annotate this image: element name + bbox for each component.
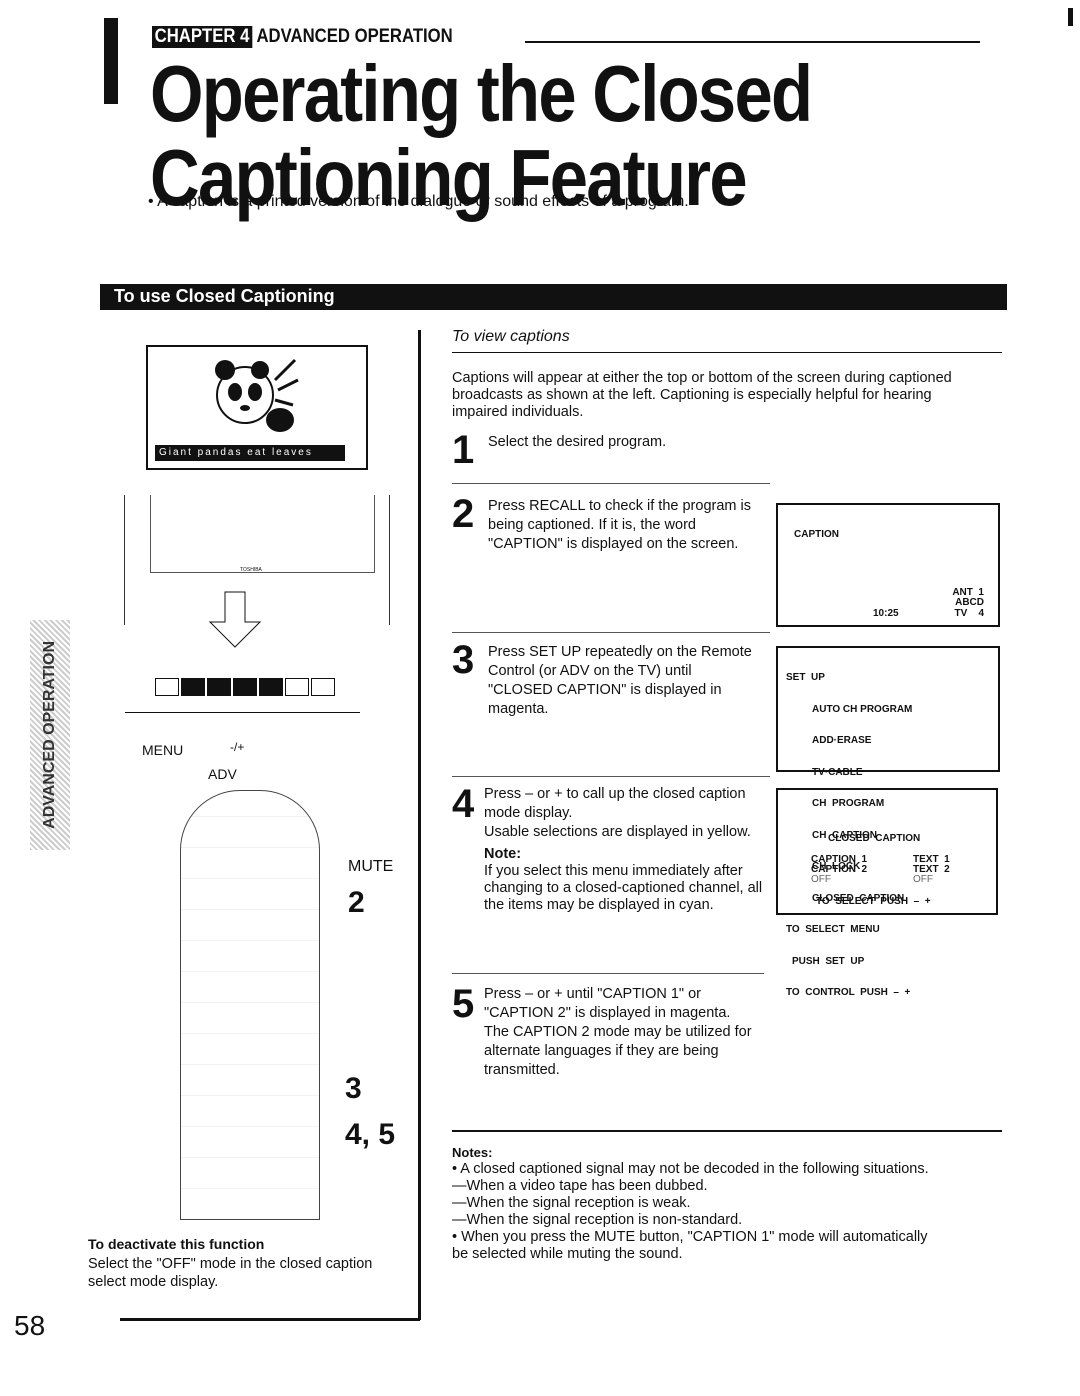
step-number: 3 <box>452 638 475 682</box>
step-text: Press SET UP repeatedly on the Remote Co… <box>488 644 752 717</box>
deactivate-text: Select the "OFF" mode in the closed capt… <box>88 1256 373 1290</box>
osd-closed-caption: CLOSED CAPTION CAPTION 1 CAPTION 2 OFF T… <box>776 788 998 915</box>
step-rule <box>452 776 770 777</box>
page-edge-mark <box>1068 8 1073 26</box>
step-rule <box>452 973 764 974</box>
control-rule <box>125 712 360 713</box>
adv-label: ADV <box>208 766 237 782</box>
chapter-header: CHAPTER 4 ADVANCED OPERATION <box>152 26 453 48</box>
note-label: Note: <box>484 846 522 862</box>
note-item: —When the signal reception is weak. <box>452 1195 691 1211</box>
page-number: 58 <box>14 1310 46 1341</box>
brand-logo: TOSHIBA <box>240 567 262 573</box>
step-number: 5 <box>452 982 475 1026</box>
osd-line: AUTO CH PROGRAM <box>812 703 913 715</box>
step-text: The CAPTION 2 mode may be utilized for a… <box>484 1024 752 1078</box>
osd-caption: CAPTION <box>794 529 839 540</box>
header-bar-mark <box>104 18 118 104</box>
callout-3: 3 <box>345 1072 362 1105</box>
menu-label: MENU <box>142 742 184 758</box>
intro-text: • A caption is a printed version of the … <box>148 193 689 210</box>
bottom-rule <box>120 1318 420 1321</box>
remote-control-illustration <box>180 790 320 1220</box>
step-text: Press – or + to call up the closed capti… <box>484 786 746 821</box>
step-text: Select the desired program. <box>488 434 667 450</box>
step-5-body: Press – or + until "CAPTION 1" or "CAPTI… <box>484 985 754 1080</box>
osd-line: SET UP <box>786 672 825 683</box>
osd-setup-menu: SET UP AUTO CH PROGRAM ADD·ERASE TV·CABL… <box>776 646 1000 998</box>
note-item: —When a video tape has been dubbed. <box>452 1178 708 1194</box>
caption-band: Giant pandas eat leaves <box>155 445 345 461</box>
title-line-1: Operating the Closed <box>150 49 813 138</box>
notes: Notes: • A closed captioned signal may n… <box>452 1144 932 1263</box>
plusminus-label: -/+ <box>230 740 245 754</box>
section-title: To use Closed Captioning <box>100 284 1007 310</box>
note-item: • When you press the MUTE button, "CAPTI… <box>452 1229 928 1262</box>
note-item: —When the signal reception is non-standa… <box>452 1212 743 1228</box>
osd-line: ADD·ERASE <box>812 735 872 746</box>
osd-line: TO CONTROL PUSH – + <box>786 987 911 998</box>
step-text: Press RECALL to check if the program is … <box>488 498 751 552</box>
note-item: • A closed captioned signal may not be d… <box>452 1161 929 1177</box>
callout-2: 2 <box>348 886 365 919</box>
osd-off: OFF <box>913 874 933 885</box>
tv-screen-outline <box>150 495 375 573</box>
chapter-rule <box>525 41 980 43</box>
step-number: 2 <box>452 492 475 536</box>
step-rule <box>452 483 770 484</box>
notes-heading: Notes: <box>452 1145 493 1160</box>
chapter-title: ADVANCED OPERATION <box>256 26 453 47</box>
step-text: Usable selections are displayed in yello… <box>484 824 751 840</box>
osd-line: TV·CABLE <box>812 766 863 778</box>
osd-tv: TV 4 <box>954 608 984 619</box>
view-intro: Captions will appear at either the top o… <box>452 370 952 420</box>
osd-line: TO SELECT MENU <box>786 924 880 935</box>
panda-icon <box>215 358 299 432</box>
view-captions-heading: To view captions <box>452 328 1002 353</box>
deactivate-heading: To deactivate this function <box>88 1236 265 1252</box>
osd-time: 10:25 <box>873 608 899 619</box>
mute-label: MUTE <box>348 858 394 875</box>
side-tab-label: ADVANCED OPERATION <box>41 641 58 829</box>
step-rule <box>452 632 770 633</box>
callout-45: 4, 5 <box>345 1118 396 1151</box>
side-tab: ADVANCED OPERATION <box>30 620 70 850</box>
osd-abcd: ABCD <box>955 597 984 608</box>
column-divider <box>418 330 421 1320</box>
osd-caption-screen: CAPTION ANT 1 ABCD 10:25 TV 4 <box>776 503 1000 627</box>
osd-line: PUSH SET UP <box>792 955 865 967</box>
tv-control-buttons <box>155 678 335 696</box>
osd-off: OFF <box>811 874 831 885</box>
step-text: Press – or + until "CAPTION 1" or "CAPTI… <box>484 986 731 1021</box>
note-text: If you select this menu immediately afte… <box>484 863 763 913</box>
osd-footer: TO SELECT PUSH – + <box>816 896 931 907</box>
osd-title: CLOSED CAPTION <box>828 833 921 844</box>
step-number: 4 <box>452 782 475 826</box>
step-number: 1 <box>452 428 475 472</box>
step-4-body: Press – or + to call up the closed capti… <box>484 785 764 914</box>
chapter-tag: CHAPTER 4 <box>152 26 253 48</box>
arrow-down-icon <box>208 591 262 648</box>
notes-rule <box>452 1130 1002 1132</box>
